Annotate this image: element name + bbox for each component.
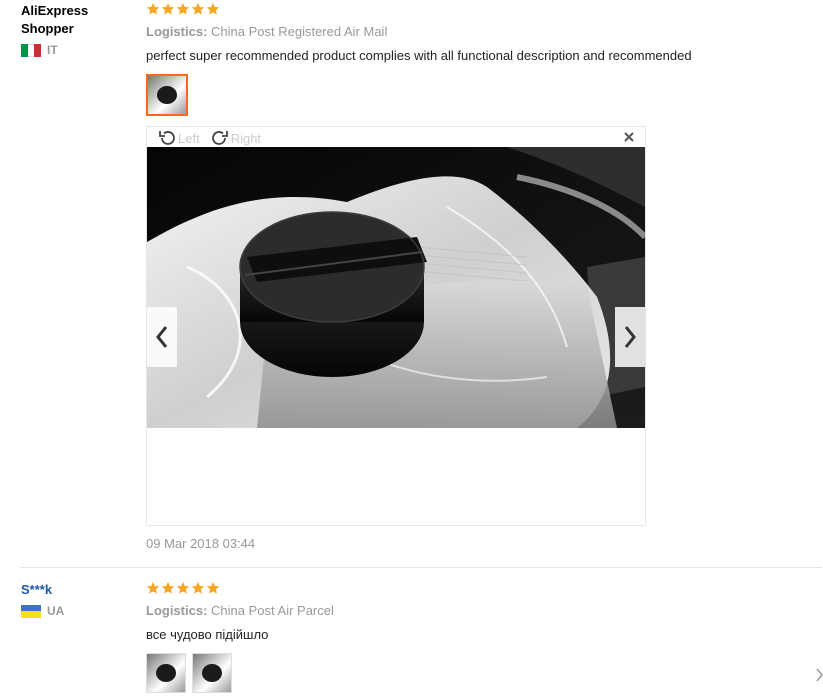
viewer-toolbar: Left Right xyxy=(157,129,261,147)
review-photo-thumbnail[interactable] xyxy=(192,653,232,693)
country-code: UA xyxy=(47,604,65,618)
star-icon xyxy=(146,2,160,16)
review-item: AliExpress Shopper IT Logistics: China P… xyxy=(0,0,823,568)
rotate-left-label: Left xyxy=(178,130,200,146)
review-text: perfect super recommended product compli… xyxy=(146,48,692,63)
chevron-left-icon xyxy=(156,326,168,348)
logistics-label: Logistics: xyxy=(146,24,208,39)
rotate-right-icon xyxy=(210,129,230,147)
scroll-indicator-icon xyxy=(816,668,823,682)
rotate-right-button[interactable]: Right xyxy=(210,129,261,147)
review-date: 09 Mar 2018 03:44 xyxy=(146,536,256,551)
review-divider xyxy=(20,567,822,568)
star-icon xyxy=(161,581,175,595)
logistics-label: Logistics: xyxy=(146,603,208,618)
previous-photo-button[interactable] xyxy=(147,307,177,367)
logistics-value: China Post Registered Air Mail xyxy=(211,24,388,39)
reviewer-info: S***k UA xyxy=(21,581,136,618)
rotate-left-button[interactable]: Left xyxy=(157,129,200,147)
review-photo xyxy=(147,147,645,428)
star-icon xyxy=(206,2,220,16)
reviewer-country: IT xyxy=(21,43,136,57)
star-icon xyxy=(206,581,220,595)
logistics-info: Logistics: China Post Registered Air Mai… xyxy=(146,24,813,40)
star-icon xyxy=(161,2,175,16)
ukraine-flag-icon xyxy=(21,604,41,618)
italy-flag-icon xyxy=(21,43,42,57)
star-icon xyxy=(176,581,190,595)
review-thumbnails xyxy=(146,74,813,116)
star-icon xyxy=(176,2,190,16)
review-photo-thumbnail[interactable] xyxy=(146,74,188,116)
star-icon xyxy=(146,581,160,595)
review-item: S***k UA Logistics: China Post Air Parce… xyxy=(0,569,823,700)
rotate-right-label: Right xyxy=(230,130,262,146)
review-photo-thumbnail[interactable] xyxy=(146,653,186,693)
star-icon xyxy=(191,581,205,595)
close-icon[interactable] xyxy=(623,131,635,143)
chevron-right-icon xyxy=(624,326,636,348)
review-content: Logistics: China Post Air Parcel все чуд… xyxy=(146,581,813,693)
review-thumbnails xyxy=(146,653,813,693)
rotate-left-icon xyxy=(157,129,177,147)
reviewer-name: AliExpress Shopper xyxy=(21,3,89,36)
photo-viewer: Left Right xyxy=(146,126,646,526)
country-code: IT xyxy=(47,43,58,57)
logistics-info: Logistics: China Post Air Parcel xyxy=(146,603,813,619)
logistics-value: China Post Air Parcel xyxy=(211,603,334,618)
next-photo-button[interactable] xyxy=(615,307,645,367)
star-rating xyxy=(146,581,813,597)
review-content: Logistics: China Post Registered Air Mai… xyxy=(146,2,813,116)
star-icon xyxy=(191,2,205,16)
star-rating xyxy=(146,2,813,18)
reviewer-country: UA xyxy=(21,604,136,618)
reviewer-info: AliExpress Shopper IT xyxy=(21,2,136,57)
reviewer-name[interactable]: S***k xyxy=(21,581,136,599)
review-text: все чудово підійшло xyxy=(146,627,269,642)
